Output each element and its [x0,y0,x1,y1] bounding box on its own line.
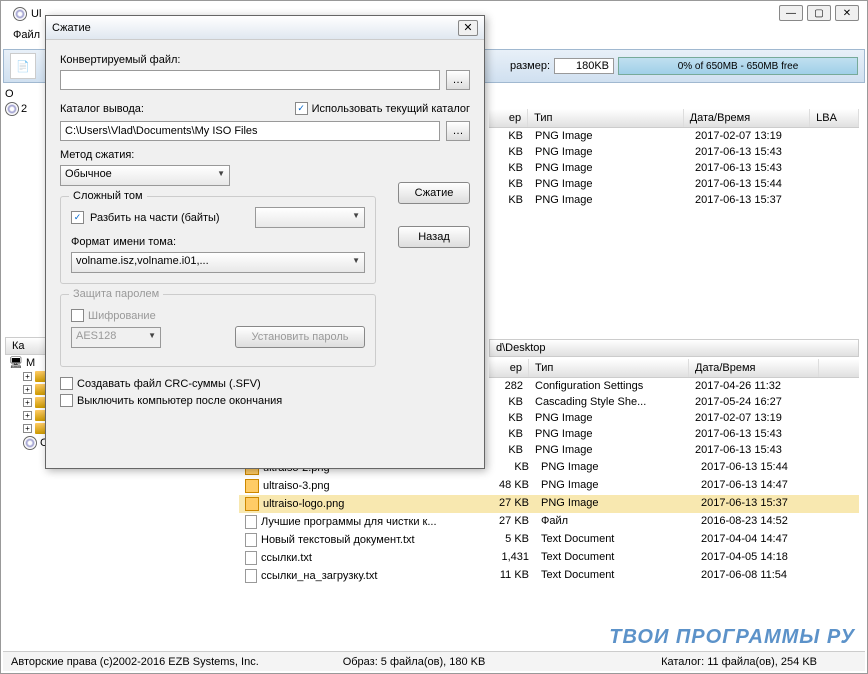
png-icon [245,497,259,511]
col-type[interactable]: Тип [528,109,684,127]
list-row[interactable]: KBPNG Image2017-06-13 15:43 [489,160,859,176]
txt-icon [245,533,257,547]
txt-icon [245,551,257,565]
upper-file-list: ер Тип Дата/Время LBA KBPNG Image2017-02… [489,109,859,208]
file-label: Конвертируемый файл: [60,54,470,66]
status-catalog: Каталог: 11 файла(ов), 254 KB [548,656,857,668]
maximize-button[interactable]: ▢ [807,5,831,21]
list-row[interactable]: KBPNG Image2017-06-13 15:44 [489,176,859,192]
col-lba[interactable]: LBA [810,109,859,127]
col-size[interactable]: ер [489,109,528,127]
volname-label: Формат имени тома: [71,236,365,248]
file-input[interactable] [60,70,440,90]
volname-select[interactable]: volname.isz,volname.i01,... [71,252,365,273]
txt-icon [245,569,257,583]
list-row[interactable]: KBPNG Image2017-02-07 13:19 [489,410,859,426]
set-password-button: Установить пароль [235,326,365,348]
list-row[interactable]: ultraiso-logo.png27 KBPNG Image2017-06-1… [239,495,859,513]
status-copyright: Авторские права (c)2002-2016 EZB Systems… [11,656,280,668]
status-bar: Авторские права (c)2002-2016 EZB Systems… [3,651,865,671]
app-title: Ul [13,7,41,21]
col-date[interactable]: Дата/Время [689,359,819,377]
compress-button[interactable]: Сжатие [398,182,470,204]
complex-legend: Сложный том [69,190,147,202]
list-row[interactable]: ultraiso-3.png48 KBPNG Image2017-06-13 1… [239,477,859,495]
lower-file-list-partial: ер Тип Дата/Время 282Configuration Setti… [489,359,859,458]
password-legend: Защита паролем [69,288,163,300]
menu-file[interactable]: Файл [13,29,40,41]
app-icon [13,7,27,21]
encrypt-checkbox[interactable] [71,309,84,322]
shutdown-label: Выключить компьютер после окончания [77,395,282,407]
encrypt-label: Шифрование [88,310,156,322]
size-label: размер: [510,60,550,72]
browse-file-button[interactable]: … [446,70,470,90]
method-label: Метод сжатия: [60,149,470,161]
split-size-select[interactable] [255,207,365,228]
list-row[interactable]: Новый текстовый документ.txt5 KBText Doc… [239,531,859,549]
list-row[interactable]: KBPNG Image2017-06-13 15:37 [489,192,859,208]
list-row[interactable]: KBPNG Image2017-06-13 15:43 [489,442,859,458]
txt-icon [245,515,257,529]
encrypt-method-select: AES128 [71,327,161,348]
dialog-title: Сжатие [52,22,91,34]
list-row[interactable]: KBPNG Image2017-06-13 15:43 [489,426,859,442]
tree-row[interactable]: О [5,87,37,101]
new-doc-button[interactable]: 📄 [10,53,36,79]
back-button[interactable]: Назад [398,226,470,248]
close-button[interactable]: ✕ [835,5,859,21]
col-date[interactable]: Дата/Время [684,109,810,127]
disc-icon [5,102,19,116]
method-select[interactable]: Обычное [60,165,230,186]
list-row[interactable]: KBPNG Image2017-06-13 15:43 [489,144,859,160]
list-row[interactable]: KBCascading Style She...2017-05-24 16:27 [489,394,859,410]
split-label: Разбить на части (байты) [90,212,249,224]
title-text: Ul [31,8,41,20]
png-icon [245,479,259,493]
use-current-checkbox[interactable]: ✓ [295,102,308,115]
col-size[interactable]: ер [489,359,529,377]
progress-bar: 0% of 650MB - 650MB free [618,57,858,75]
output-label: Каталог вывода: [60,103,289,115]
list-row[interactable]: ссылки_на_загрузку.txt11 KBText Document… [239,567,859,585]
minimize-button[interactable]: — [779,5,803,21]
list-row[interactable]: 282Configuration Settings2017-04-26 11:3… [489,378,859,394]
col-type[interactable]: Тип [529,359,689,377]
list-row[interactable]: ссылки.txt1,431Text Document2017-04-05 1… [239,549,859,567]
size-input[interactable] [554,58,614,74]
output-input[interactable] [60,121,440,141]
use-current-label: Использовать текущий каталог [312,103,470,115]
list-row[interactable]: KBPNG Image2017-02-07 13:19 [489,128,859,144]
watermark: ТВОИ ПРОГРАММЫ РУ [609,626,855,649]
browse-output-button[interactable]: … [446,121,470,141]
path-bar[interactable]: d\Desktop [489,339,859,357]
disc-icon [23,436,37,450]
shutdown-checkbox[interactable] [60,394,73,407]
split-checkbox[interactable]: ✓ [71,211,84,224]
status-image: Образ: 5 файла(ов), 180 KB [280,656,549,668]
compress-dialog: Сжатие ✕ Конвертируемый файл: … Каталог … [45,15,485,469]
crc-label: Создавать файл CRC-суммы (.SFV) [77,378,261,390]
tree-row[interactable]: 2 [5,101,37,117]
dialog-close-button[interactable]: ✕ [458,20,478,36]
list-row[interactable]: Лучшие программы для чистки к...27 KBФай… [239,513,859,531]
crc-checkbox[interactable] [60,377,73,390]
lower-file-list: ultraiso-2.pngKBPNG Image2017-06-13 15:4… [239,459,859,585]
